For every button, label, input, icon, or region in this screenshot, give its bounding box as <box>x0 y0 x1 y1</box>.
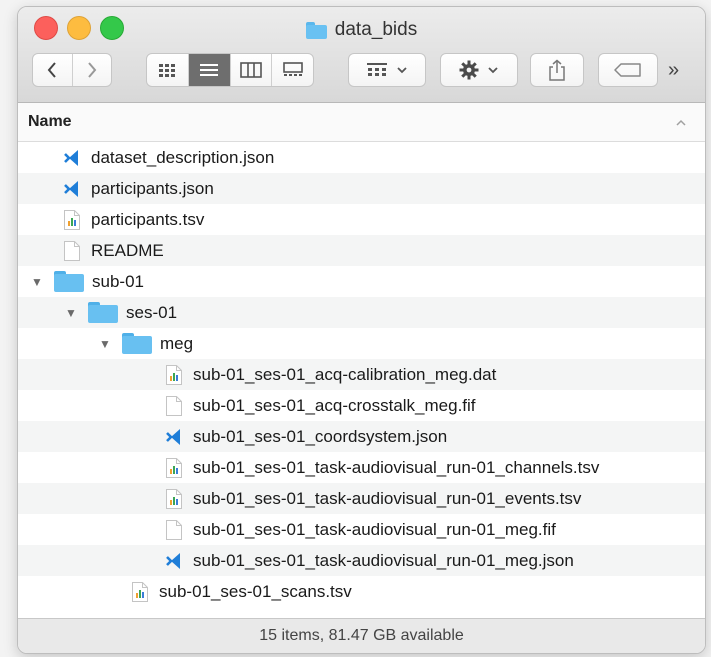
chevron-left-icon <box>47 62 57 78</box>
file-name: sub-01 <box>92 271 144 291</box>
vscode-json-icon <box>64 180 78 197</box>
folder-row[interactable]: ▼ meg <box>18 328 705 359</box>
file-name: participants.tsv <box>91 209 205 229</box>
blank-document-icon <box>166 519 182 540</box>
file-name: sub-01_ses-01_acq-crosstalk_meg.fif <box>193 395 476 415</box>
file-name: participants.json <box>91 178 214 198</box>
vscode-json-icon <box>166 552 180 569</box>
folder-icon <box>88 302 118 323</box>
list-view-icon <box>200 64 219 76</box>
window-title: data_bids <box>18 19 705 41</box>
blank-document-icon <box>64 240 80 261</box>
chevron-down-icon <box>488 67 498 74</box>
file-name: sub-01_ses-01_task-audiovisual_run-01_me… <box>193 519 556 539</box>
status-bar: 15 items, 81.47 GB available <box>18 618 705 653</box>
navigation-buttons <box>32 53 112 87</box>
icon-view-button[interactable] <box>147 54 189 86</box>
icon-view-icon <box>159 64 176 77</box>
file-row[interactable]: sub-01_ses-01_acq-calibration_meg.dat <box>18 359 705 390</box>
view-mode-control <box>146 53 314 87</box>
gallery-view-icon <box>282 62 303 76</box>
file-row[interactable]: sub-01_ses-01_task-audiovisual_run-01_me… <box>18 514 705 545</box>
disclosure-triangle-icon[interactable]: ▼ <box>30 275 44 289</box>
tsv-chart-icon <box>64 209 80 230</box>
file-name: sub-01_ses-01_scans.tsv <box>159 581 352 601</box>
tag-icon <box>614 63 641 77</box>
file-name: README <box>91 240 164 260</box>
vscode-json-icon <box>64 149 78 166</box>
folder-row[interactable]: ▼ sub-01 <box>18 266 705 297</box>
file-row[interactable]: sub-01_ses-01_task-audiovisual_run-01_ch… <box>18 452 705 483</box>
list-view-button[interactable] <box>188 54 231 86</box>
column-header[interactable]: Name <box>18 103 705 142</box>
file-row[interactable]: participants.json <box>18 173 705 204</box>
tsv-chart-icon <box>166 488 182 509</box>
file-row[interactable]: README <box>18 235 705 266</box>
chevron-up-icon <box>676 119 686 126</box>
tsv-chart-icon <box>166 457 182 478</box>
disclosure-triangle-icon[interactable]: ▼ <box>64 306 78 320</box>
tsv-chart-icon <box>132 581 148 602</box>
action-button[interactable] <box>440 53 518 87</box>
folder-icon <box>305 21 327 39</box>
gear-icon <box>459 60 479 80</box>
file-name: meg <box>160 333 194 353</box>
folder-icon <box>54 271 84 292</box>
file-row[interactable]: sub-01_ses-01_scans.tsv <box>18 576 705 607</box>
chevron-down-icon <box>397 67 407 74</box>
file-row[interactable]: dataset_description.json <box>18 142 705 173</box>
file-name: ses-01 <box>126 302 178 322</box>
column-view-button[interactable] <box>231 54 273 86</box>
group-by-button[interactable] <box>348 53 426 87</box>
status-text: 15 items, 81.47 GB available <box>259 627 464 644</box>
share-button[interactable] <box>530 53 584 87</box>
tag-button[interactable] <box>598 53 658 87</box>
share-icon <box>549 59 565 81</box>
file-row[interactable]: participants.tsv <box>18 204 705 235</box>
group-by-icon <box>367 63 387 76</box>
file-name: sub-01_ses-01_coordsystem.json <box>193 426 448 446</box>
blank-document-icon <box>166 395 182 416</box>
window-title-text: data_bids <box>334 19 418 40</box>
file-name: dataset_description.json <box>91 147 275 167</box>
file-row[interactable]: sub-01_ses-01_task-audiovisual_run-01_ev… <box>18 483 705 514</box>
file-row[interactable]: sub-01_ses-01_acq-crosstalk_meg.fif <box>18 390 705 421</box>
file-name: sub-01_ses-01_task-audiovisual_run-01_me… <box>193 550 574 570</box>
column-view-icon <box>240 62 262 78</box>
sort-indicator <box>675 113 687 129</box>
name-column-header[interactable]: Name <box>28 113 72 131</box>
toolbar: » <box>18 53 705 89</box>
forward-button[interactable] <box>73 54 112 86</box>
folder-row[interactable]: ▼ ses-01 <box>18 297 705 328</box>
tsv-chart-icon <box>166 364 182 385</box>
toolbar-overflow-button[interactable]: » <box>668 59 679 82</box>
file-row[interactable]: sub-01_ses-01_coordsystem.json <box>18 421 705 452</box>
folder-icon <box>122 333 152 354</box>
file-name: sub-01_ses-01_acq-calibration_meg.dat <box>193 364 497 384</box>
gallery-view-button[interactable] <box>272 54 313 86</box>
back-button[interactable] <box>33 54 73 86</box>
file-row[interactable]: sub-01_ses-01_task-audiovisual_run-01_me… <box>18 545 705 576</box>
file-name: sub-01_ses-01_task-audiovisual_run-01_ev… <box>193 488 582 508</box>
chevron-right-icon <box>87 62 97 78</box>
file-name: sub-01_ses-01_task-audiovisual_run-01_ch… <box>193 457 600 477</box>
file-list: dataset_description.json participants.jso… <box>18 142 705 607</box>
vscode-json-icon <box>166 428 180 445</box>
finder-window: data_bids » Name dataset_description.jso… <box>17 6 706 654</box>
disclosure-triangle-icon[interactable]: ▼ <box>98 337 112 351</box>
title-bar: data_bids » <box>18 7 705 103</box>
